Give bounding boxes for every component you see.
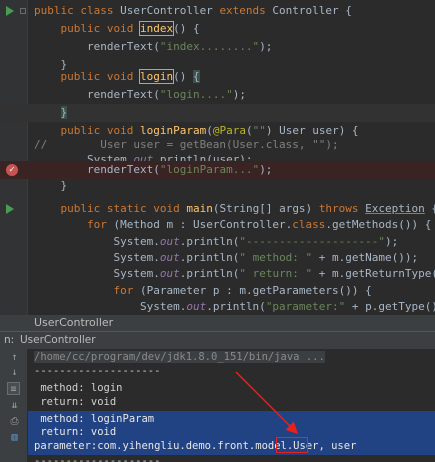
run-toolbar: ↑ ↓ ≡ ⇊ ⎙ ▥ [0,349,28,462]
code-line-8[interactable]: } [0,104,435,122]
soft-wrap-icon[interactable]: ≡ [7,382,20,395]
code-line-7[interactable]: renderText("login...."); [0,86,435,104]
code-line-2[interactable]: public void index() { [0,20,435,38]
run-window-header[interactable]: n: UserController [0,331,435,349]
code-line-14[interactable]: } [0,177,435,195]
scroll-to-end-icon[interactable]: ⇊ [8,399,21,412]
up-arrow-icon[interactable]: ↑ [8,351,21,364]
run-tab-usercontroller[interactable]: UserController [20,332,96,349]
console-line: -------------------- [34,455,161,462]
code-line-3[interactable]: renderText("index........"); [0,38,435,56]
run-console[interactable]: /home/cc/program/dev/jdk1.8.0_151/bin/ja… [28,349,435,462]
print-icon[interactable]: ⎙ [8,415,21,428]
run-main-icon[interactable] [6,204,14,214]
run-class-icon[interactable] [6,6,14,16]
fold-icon[interactable] [20,8,26,14]
breakpoint-icon[interactable]: ✓ [6,164,18,176]
console-line: return: void [34,396,117,408]
console-line: -------------------- [34,365,161,377]
editor-breadcrumb: UserController [0,315,435,331]
code-editor[interactable]: public class UserController extends Cont… [0,0,435,315]
highlight-box [276,437,308,453]
run-window-prefix: n: [4,334,15,346]
code-line-20[interactable]: System.out.println(" return: " + m.getRe… [0,265,435,283]
code-line-22[interactable]: System.out.println("parameter:" + p.getT… [0,298,435,315]
down-arrow-icon[interactable]: ↓ [8,366,21,379]
trash-icon[interactable]: ▥ [8,431,21,444]
code-line-6[interactable]: public void login() { [0,68,435,86]
code-line-17[interactable]: for (Method m : UserController.class.get… [0,216,435,234]
code-line-1[interactable]: public class UserController extends Cont… [0,2,435,20]
java-command[interactable]: /home/cc/program/dev/jdk1.8.0_151/bin/ja… [34,351,325,363]
